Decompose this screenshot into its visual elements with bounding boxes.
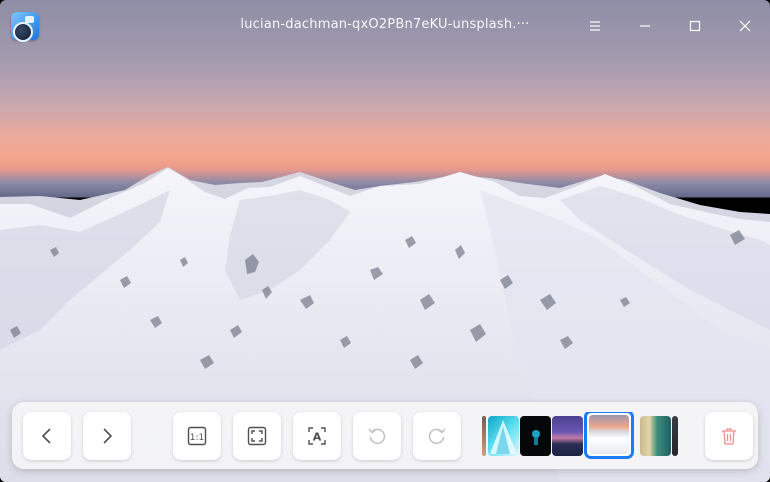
maximize-icon bbox=[689, 20, 701, 32]
image-viewer-window: lucian-dachman-qxO2PBn7eKU-unsplash.··· … bbox=[0, 0, 770, 482]
thumbnail-beach-aerial[interactable] bbox=[640, 416, 671, 456]
fit-to-window-button[interactable] bbox=[233, 412, 281, 460]
thumbnail-strip bbox=[482, 412, 678, 460]
text-recognition-icon-text: A bbox=[313, 431, 322, 444]
close-button[interactable] bbox=[733, 14, 757, 38]
thumbnail-snowy-mountain-active[interactable] bbox=[584, 412, 634, 459]
rotate-ccw-icon bbox=[368, 428, 386, 445]
one-to-one-icon-text: 1:1 bbox=[190, 433, 204, 443]
ocr-button[interactable]: A bbox=[293, 412, 341, 460]
thumbnail-dark-figure[interactable] bbox=[520, 416, 551, 456]
rotate-cw-icon bbox=[428, 428, 446, 445]
fit-screen-icon bbox=[247, 426, 267, 446]
hamburger-menu-icon bbox=[590, 21, 600, 31]
previous-button[interactable] bbox=[23, 412, 71, 460]
bottom-toolbar: 1:1 A bbox=[12, 402, 758, 469]
next-button[interactable] bbox=[83, 412, 131, 460]
chevron-left-icon bbox=[41, 428, 51, 444]
thumbnail-blue-triangle[interactable] bbox=[488, 416, 519, 456]
thumbnail-partial-right[interactable] bbox=[672, 416, 678, 456]
rotate-left-button[interactable] bbox=[353, 412, 401, 460]
delete-button[interactable] bbox=[705, 412, 753, 460]
rotate-right-button[interactable] bbox=[413, 412, 461, 460]
text-recognition-icon: A bbox=[308, 427, 326, 445]
thumbnail-partial-left[interactable] bbox=[482, 416, 486, 456]
maximize-button[interactable] bbox=[683, 14, 707, 38]
thumbnail-purple-landscape[interactable] bbox=[552, 416, 583, 456]
trash-icon bbox=[722, 428, 736, 445]
original-size-button[interactable]: 1:1 bbox=[173, 412, 221, 460]
one-to-one-icon: 1:1 bbox=[187, 426, 207, 446]
menu-button[interactable] bbox=[583, 14, 607, 38]
close-icon bbox=[739, 20, 751, 32]
chevron-right-icon bbox=[103, 428, 113, 444]
minimize-icon bbox=[640, 25, 650, 27]
minimize-button[interactable] bbox=[633, 14, 657, 38]
title-bar: lucian-dachman-qxO2PBn7eKU-unsplash.··· bbox=[0, 0, 770, 54]
